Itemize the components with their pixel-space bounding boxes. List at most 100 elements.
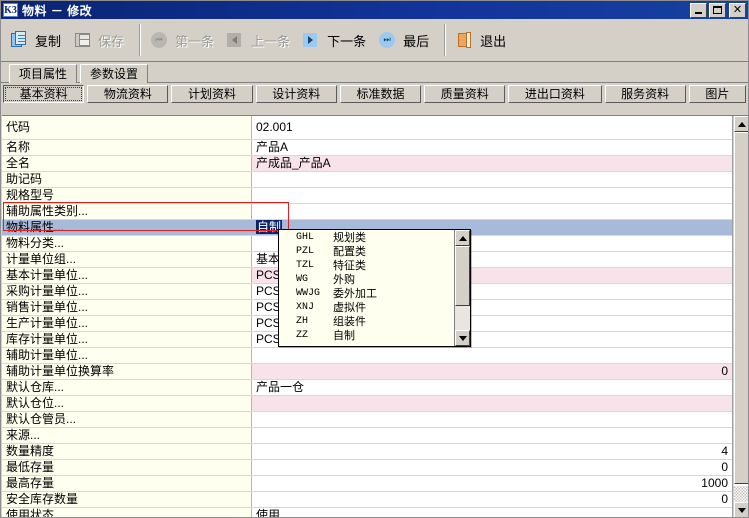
save-icon bbox=[74, 31, 92, 49]
grid-row-value[interactable] bbox=[252, 172, 732, 187]
grid-row[interactable]: 代码 02.001 bbox=[2, 116, 732, 140]
dropdown-option[interactable]: WWJG 委外加工 bbox=[279, 287, 454, 301]
grid-row[interactable]: 最低存量 0 bbox=[2, 460, 732, 476]
grid-vertical-scrollbar[interactable] bbox=[733, 116, 748, 517]
grid-row-value[interactable] bbox=[252, 204, 732, 219]
grid-row-value[interactable]: 0 bbox=[252, 492, 732, 507]
scroll-hatch-filler bbox=[734, 486, 748, 502]
toolbar-label-save: 保存 bbox=[98, 33, 125, 49]
tab-quality-info[interactable]: 质量资料 bbox=[424, 85, 506, 103]
minimize-icon bbox=[695, 12, 702, 14]
tab-item-properties[interactable]: 项目属性 bbox=[9, 64, 78, 83]
toolbar-button-exit[interactable]: 退出 bbox=[452, 21, 515, 59]
tab-service-info[interactable]: 服务资料 bbox=[604, 85, 686, 103]
grid-row-value[interactable]: 02.001 bbox=[252, 116, 732, 139]
grid-row-value[interactable] bbox=[252, 188, 732, 203]
grid-row[interactable]: 来源... bbox=[2, 428, 732, 444]
toolbar-label-first: 第一条 bbox=[175, 33, 215, 49]
tab-design-info[interactable]: 设计资料 bbox=[255, 85, 337, 103]
dropdown-option[interactable]: ZZ 自制 bbox=[279, 329, 454, 343]
grid-row-value[interactable]: 0 bbox=[252, 460, 732, 475]
grid-row-value[interactable] bbox=[252, 428, 732, 443]
scroll-track[interactable] bbox=[734, 132, 748, 486]
toolbar-button-copy[interactable]: 复制 bbox=[7, 21, 70, 59]
close-button[interactable]: ✕ bbox=[729, 2, 746, 18]
tab-logistics-info[interactable]: 物流资料 bbox=[87, 85, 169, 103]
grid-row-value[interactable]: 产成品_产品A bbox=[252, 156, 732, 171]
grid-row[interactable]: 辅助计量单位换算率 0 bbox=[2, 364, 732, 380]
grid-row[interactable]: 数量精度 4 bbox=[2, 444, 732, 460]
dropdown-option[interactable]: TZL 特征类 bbox=[279, 259, 454, 273]
grid-row-value[interactable]: 使用 bbox=[252, 508, 732, 517]
toolbar-separator-2 bbox=[444, 24, 447, 56]
dropdown-option-code: ZH bbox=[296, 316, 309, 327]
dropdown-scroll-thumb[interactable] bbox=[455, 246, 470, 306]
grid-row-label: 辅助计量单位... bbox=[2, 348, 252, 363]
grid-row-label: 默认仓管员... bbox=[2, 412, 252, 427]
exit-door-icon bbox=[456, 31, 474, 49]
grid-row-label: 最高存量 bbox=[2, 476, 252, 491]
tab-plan-info[interactable]: 计划资料 bbox=[171, 85, 253, 103]
dropdown-option[interactable]: PZL 配置类 bbox=[279, 245, 454, 259]
dropdown-scrollbar[interactable] bbox=[454, 230, 470, 346]
dropdown-option-code: WG bbox=[296, 274, 309, 285]
grid-row-value[interactable]: 0 bbox=[252, 364, 732, 379]
dropdown-scroll-down-button[interactable] bbox=[455, 330, 470, 346]
prev-record-icon bbox=[227, 31, 245, 49]
tab-parameter-settings[interactable]: 参数设置 bbox=[80, 64, 149, 83]
close-icon: ✕ bbox=[732, 4, 743, 16]
toolbar-button-prev[interactable]: 上一条 bbox=[223, 21, 299, 59]
grid-row[interactable]: 辅助属性类别... bbox=[2, 204, 732, 220]
dropdown-scroll-up-button[interactable] bbox=[455, 230, 470, 246]
material-attribute-dropdown[interactable]: GHL 规划类 PZL 配置类 TZL 特征类 WG 外购 WWJG 委外加工 XNJ 虚拟件 ZH 组装… bbox=[278, 229, 471, 347]
dropdown-option[interactable]: XNJ 虚拟件 bbox=[279, 301, 454, 315]
dropdown-option[interactable]: WG 外购 bbox=[279, 273, 454, 287]
grid-row-value[interactable] bbox=[252, 412, 732, 427]
toolbar-button-next[interactable]: 下一条 bbox=[299, 21, 375, 59]
grid-row[interactable]: 默认仓管员... bbox=[2, 412, 732, 428]
grid-row-value[interactable]: 产品一仓 bbox=[252, 380, 732, 395]
grid-row[interactable]: 使用状态... 使用 bbox=[2, 508, 732, 517]
grid-row[interactable]: 辅助计量单位... bbox=[2, 348, 732, 364]
grid-row-value[interactable] bbox=[252, 348, 732, 363]
dropdown-option-code: GHL bbox=[296, 232, 315, 243]
grid-row-label: 安全库存数量 bbox=[2, 492, 252, 507]
toolbar-button-last[interactable]: ⏭ 最后 bbox=[375, 21, 438, 59]
dropdown-option-code: PZL bbox=[296, 246, 315, 257]
grid-row[interactable]: 安全库存数量 0 bbox=[2, 492, 732, 508]
grid-row[interactable]: 默认仓库... 产品一仓 bbox=[2, 380, 732, 396]
scroll-thumb[interactable] bbox=[734, 132, 748, 484]
tab-import-export-info[interactable]: 进出口资料 bbox=[508, 85, 602, 103]
dropdown-option[interactable]: GHL 规划类 bbox=[279, 231, 454, 245]
scroll-down-button[interactable] bbox=[734, 502, 748, 517]
dropdown-scroll-track[interactable] bbox=[455, 246, 470, 330]
toolbar-label-last: 最后 bbox=[403, 33, 430, 49]
toolbar-button-save[interactable]: 保存 bbox=[70, 21, 133, 59]
grid-row[interactable]: 默认仓位... bbox=[2, 396, 732, 412]
dropdown-option[interactable]: ZH 组装件 bbox=[279, 315, 454, 329]
tab-basic-info[interactable]: 基本资料 bbox=[3, 85, 85, 103]
toolbar-button-first[interactable]: ⏮ 第一条 bbox=[147, 21, 223, 59]
grid-row-value[interactable]: 产品A bbox=[252, 140, 732, 155]
grid-row[interactable]: 全名 产成品_产品A bbox=[2, 156, 732, 172]
dropdown-option-list[interactable]: GHL 规划类 PZL 配置类 TZL 特征类 WG 外购 WWJG 委外加工 XNJ 虚拟件 ZH 组装… bbox=[279, 230, 454, 346]
maximize-button[interactable] bbox=[709, 2, 726, 18]
dropdown-option-code: WWJG bbox=[296, 288, 321, 299]
minimize-button[interactable] bbox=[690, 2, 707, 18]
dropdown-option-name: 配置类 bbox=[333, 246, 366, 258]
grid-row[interactable]: 助记码 bbox=[2, 172, 732, 188]
grid-row-label: 数量精度 bbox=[2, 444, 252, 459]
grid-row-value[interactable] bbox=[252, 396, 732, 411]
tab-picture[interactable]: 图片 bbox=[688, 85, 746, 103]
grid-row-label: 默认仓位... bbox=[2, 396, 252, 411]
grid-row-label: 代码 bbox=[2, 116, 252, 139]
grid-row-label: 物料分类... bbox=[2, 236, 252, 251]
grid-row-value[interactable]: 4 bbox=[252, 444, 732, 459]
grid-row-label: 基本计量单位... bbox=[2, 268, 252, 283]
grid-row[interactable]: 名称 产品A bbox=[2, 140, 732, 156]
grid-row[interactable]: 最高存量 1000 bbox=[2, 476, 732, 492]
grid-row-value[interactable]: 1000 bbox=[252, 476, 732, 491]
tab-standard-data[interactable]: 标准数据 bbox=[339, 85, 422, 103]
grid-row[interactable]: 规格型号 bbox=[2, 188, 732, 204]
scroll-up-button[interactable] bbox=[734, 116, 748, 132]
